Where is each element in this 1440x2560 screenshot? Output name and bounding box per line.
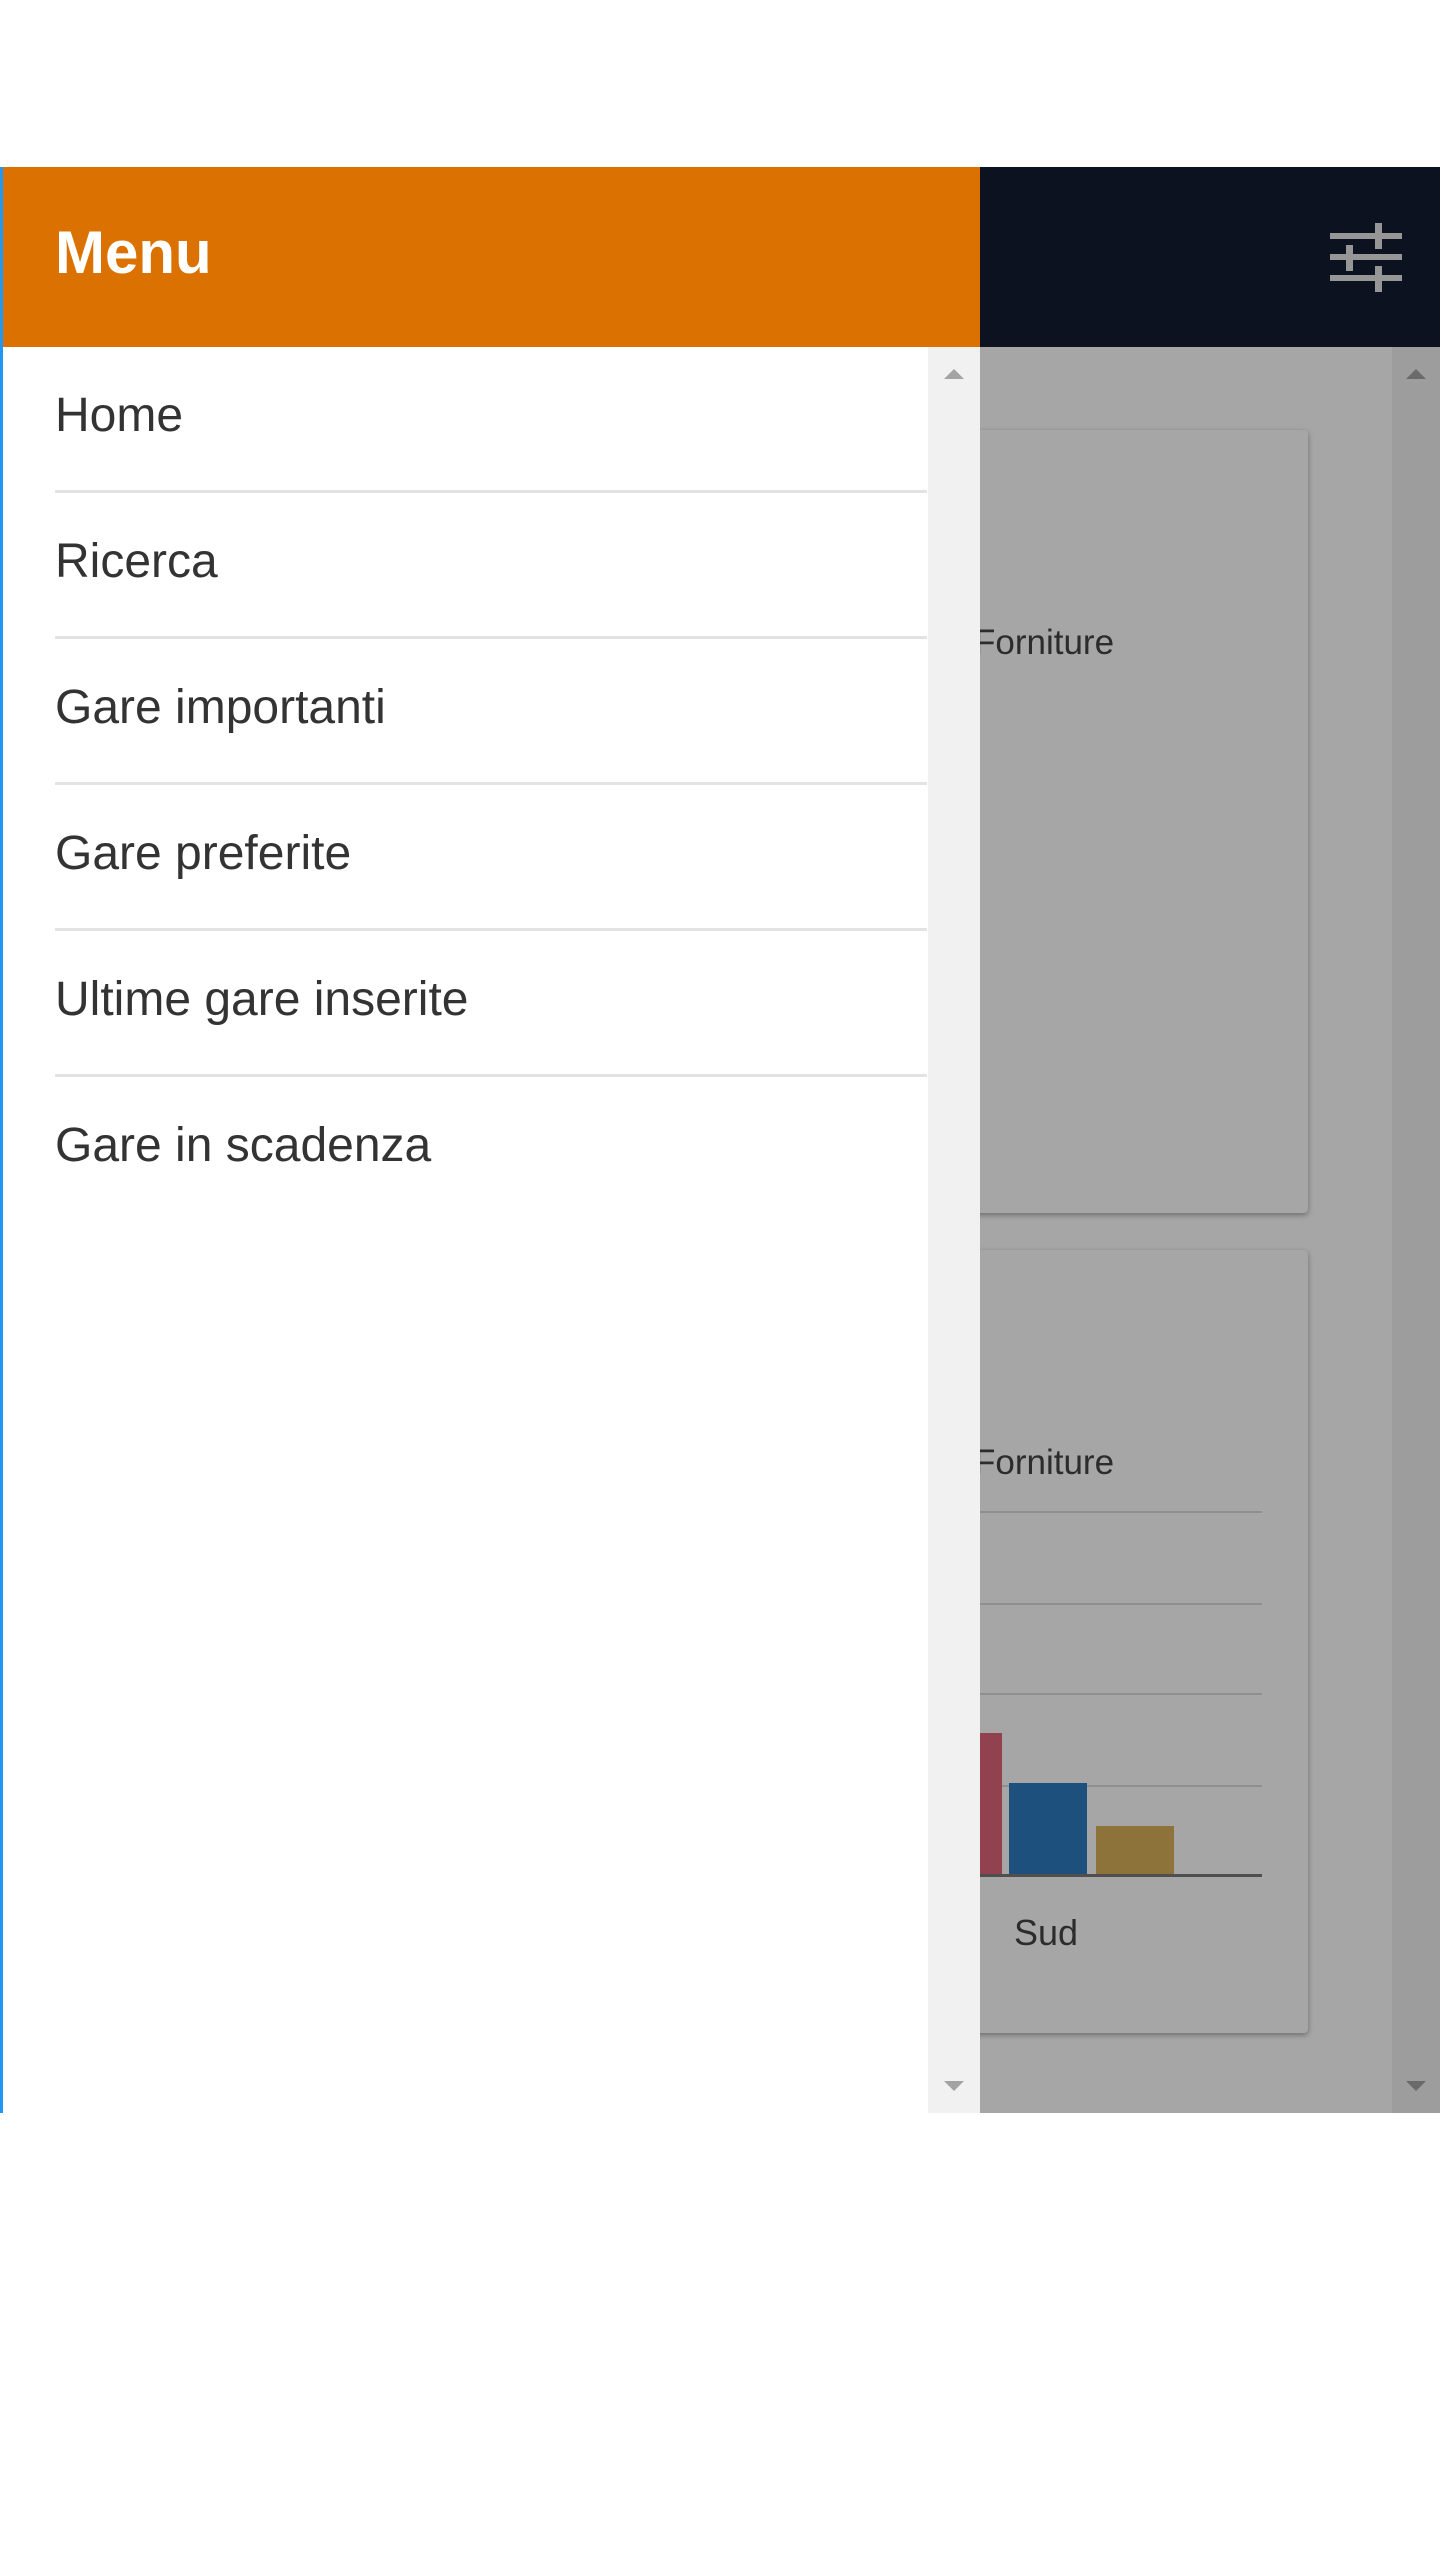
menu-item-ultime-gare-inserite[interactable]: Ultime gare inserite <box>55 931 927 1077</box>
drawer-header: Menu <box>3 167 980 347</box>
app-frame: Forniture Forniture Sud Menu Home Ricerc… <box>0 167 1440 2113</box>
scroll-down-icon[interactable] <box>944 2081 964 2091</box>
drawer-title: Menu <box>55 219 212 286</box>
menu-item-gare-preferite[interactable]: Gare preferite <box>55 785 927 931</box>
navigation-drawer: Menu Home Ricerca Gare importanti Gare p… <box>0 167 980 2113</box>
drawer-scrollbar[interactable] <box>928 347 980 2113</box>
menu-item-gare-importanti[interactable]: Gare importanti <box>55 639 927 785</box>
scroll-up-icon[interactable] <box>944 369 964 379</box>
menu-item-gare-in-scadenza[interactable]: Gare in scadenza <box>55 1077 927 1223</box>
menu-list: Home Ricerca Gare importanti Gare prefer… <box>55 347 927 1223</box>
drawer-body: Home Ricerca Gare importanti Gare prefer… <box>3 347 980 2113</box>
menu-item-home[interactable]: Home <box>55 347 927 493</box>
menu-item-ricerca[interactable]: Ricerca <box>55 493 927 639</box>
